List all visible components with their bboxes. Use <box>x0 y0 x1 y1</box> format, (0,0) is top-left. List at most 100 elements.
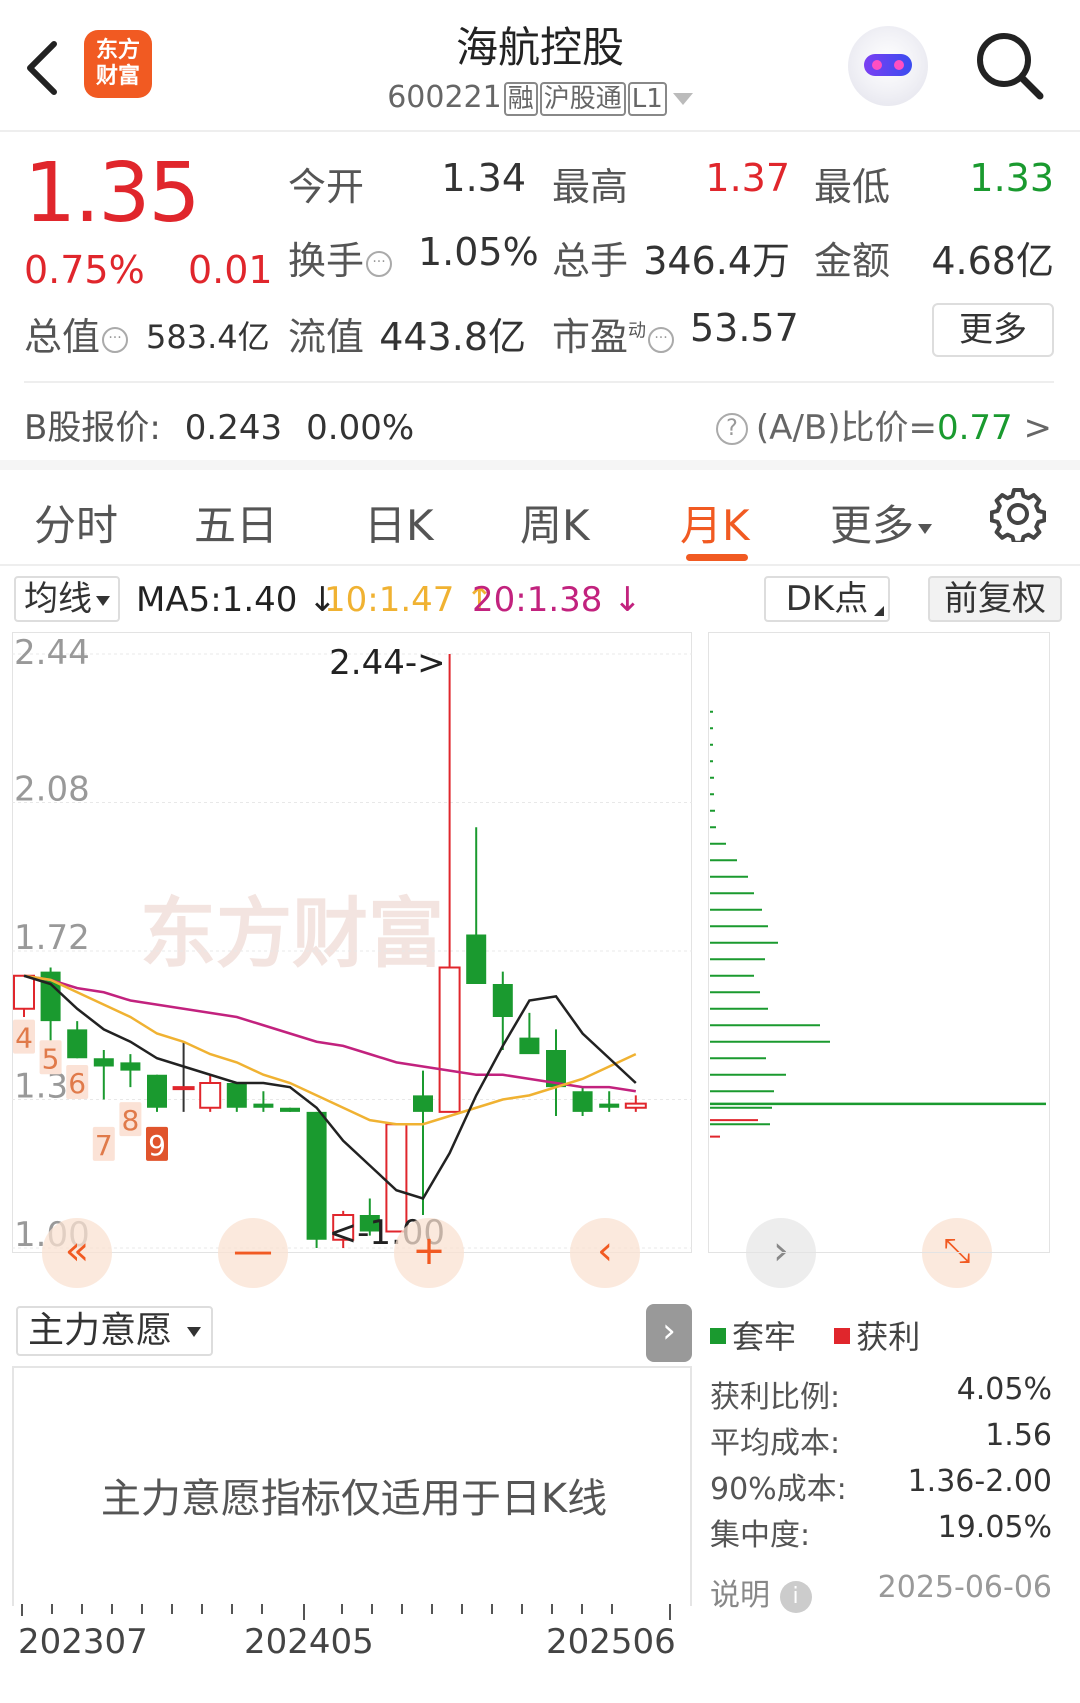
robot-assistant-icon[interactable] <box>848 26 928 106</box>
chevron-left-icon[interactable]: ‹ <box>570 1218 640 1288</box>
chip-bar-trapped <box>710 842 726 845</box>
stat-profit-ratio: 获利比例: 4.05% <box>710 1372 1052 1415</box>
chip-bar-trapped <box>710 1123 770 1126</box>
tab-monthly-k[interactable]: 月K <box>680 492 750 553</box>
level1-tag: L1 <box>627 82 667 116</box>
amount-label: 金额 <box>814 239 891 283</box>
app-logo[interactable]: 东方 财富 <box>84 30 152 98</box>
stat-90-cost: 90%成本: 1.36-2.00 <box>710 1464 1052 1507</box>
chip-bar-trapped <box>710 793 714 796</box>
ab-ratio-link[interactable]: ? (A/B)比价=0.77 > <box>715 400 1052 449</box>
candle-body <box>199 1082 222 1109</box>
turnover-value: 1.05% <box>418 230 539 274</box>
rewind-icon[interactable]: « <box>42 1218 112 1288</box>
ma-indicator-select[interactable]: 均线 <box>14 576 120 622</box>
tab-more[interactable]: 更多 <box>830 492 933 553</box>
pe-value: 53.57 <box>690 306 799 350</box>
info-dots-icon[interactable]: ··· <box>648 327 675 353</box>
info-dots-icon[interactable]: ··· <box>102 327 129 353</box>
info-dots-icon[interactable]: ··· <box>366 251 393 277</box>
tab-daily-k[interactable]: 日K <box>364 492 434 553</box>
candle-body <box>67 1029 88 1059</box>
chip-bar-trapped <box>710 991 760 994</box>
help-icon[interactable]: ? <box>715 413 748 445</box>
chip-bar-trapped <box>710 760 713 763</box>
x-axis: 202307 202405 202506 <box>12 1604 692 1674</box>
stock-connect-tag: 沪股通 <box>539 82 626 116</box>
candle-body <box>147 1074 167 1108</box>
tab-intraday[interactable]: 分时 <box>34 492 118 553</box>
change-amount: 0.01 <box>188 248 273 292</box>
ma20-line <box>23 974 636 1093</box>
volume-label: 总手 <box>552 239 629 283</box>
chip-legend: 套牢 获利 <box>710 1312 920 1358</box>
current-price: 1.35 <box>24 146 201 241</box>
chip-bar-trapped <box>710 1040 830 1043</box>
divider <box>24 381 1054 383</box>
dk-point-button[interactable]: DK点 <box>764 576 890 622</box>
td-marker-label: 5 <box>42 1042 60 1075</box>
monthly-k-chart[interactable]: 东方财富2.442.081.721.361.002.44-><-1.004567… <box>12 632 692 1300</box>
candle-body <box>120 1062 141 1071</box>
chip-bar-trapped <box>710 743 713 746</box>
float-label: 流值 <box>288 315 365 359</box>
main-force-indicator-select[interactable]: 主力意愿 <box>16 1306 214 1356</box>
candle-body <box>253 1103 274 1108</box>
margin-tag: 融 <box>503 82 538 116</box>
chip-bar-trapped <box>710 776 714 779</box>
candle-body <box>13 974 35 1010</box>
chip-bar-profit <box>710 1119 758 1122</box>
candle-body <box>624 1102 647 1109</box>
stock-code-row[interactable]: 600221 融沪股通 L1 <box>300 80 780 116</box>
gear-icon[interactable] <box>990 486 1046 542</box>
ma10-value: 10:1.47 ↑ <box>324 580 494 620</box>
info-icon[interactable]: i <box>779 1581 812 1613</box>
open-value: 1.34 <box>441 156 526 200</box>
mktcap-value: 583.4亿 <box>146 318 270 356</box>
chip-bar-trapped <box>710 908 762 911</box>
open-label: 今开 <box>288 165 365 209</box>
low-value: 1.33 <box>969 156 1054 200</box>
mktcap-label: 总值 ··· <box>24 306 129 361</box>
candle-body <box>280 1107 300 1112</box>
b-share-quote: B股报价: 0.243 0.00% <box>24 408 415 448</box>
chip-bar-trapped <box>710 710 713 713</box>
tab-five-day[interactable]: 五日 <box>194 492 278 553</box>
search-icon[interactable] <box>972 28 1048 104</box>
chip-bar-trapped <box>710 958 765 961</box>
candle-body <box>306 1111 327 1240</box>
ma5-value: MA5:1.40 ↓ <box>136 580 337 620</box>
candle-body <box>413 1095 433 1112</box>
more-quote-button[interactable]: 更多 <box>932 303 1054 357</box>
tab-weekly-k[interactable]: 周K <box>520 492 590 553</box>
explain-row[interactable]: 说明 i 2025-06-06 <box>710 1570 1052 1614</box>
chip-bar-trapped <box>710 1024 820 1027</box>
active-tab-indicator <box>686 554 748 561</box>
indicator-row: 均线 MA5:1.40 ↓ 10:1.47 ↑ 20:1.38 ↓ DK点 前复… <box>0 576 1080 626</box>
pe-label: 市盈动 ··· <box>552 306 675 361</box>
high-value: 1.37 <box>705 156 790 200</box>
chevron-down-icon <box>96 595 110 606</box>
y-tick-label: 2.08 <box>14 770 90 810</box>
x-tick-label: 202405 <box>244 1622 374 1662</box>
chip-bar-trapped <box>710 941 778 944</box>
volume-value: 346.4万 <box>643 239 790 283</box>
chip-current-price-line <box>710 1102 1046 1106</box>
candle-body <box>492 984 513 1017</box>
candle-body <box>438 966 461 1113</box>
section-gap <box>0 460 1080 470</box>
zoom-in-icon[interactable]: + <box>394 1218 464 1288</box>
candle-body <box>93 1058 114 1067</box>
candle-body <box>172 1086 195 1091</box>
top-bar: 东方 财富 海航控股 600221 融沪股通 L1 <box>0 0 1080 132</box>
candle-body <box>226 1083 247 1108</box>
forward-adjust-button[interactable]: 前复权 <box>928 576 1062 622</box>
candle-body <box>519 1037 540 1055</box>
chip-bar-trapped <box>710 1073 786 1076</box>
expand-panel-button[interactable]: › <box>646 1304 692 1362</box>
chip-bar-trapped <box>710 892 754 895</box>
chip-distribution-chart <box>708 632 1050 1253</box>
back-arrow-icon[interactable] <box>22 38 62 98</box>
td-marker-label: 9 <box>148 1129 166 1162</box>
zoom-out-icon[interactable]: — <box>218 1218 288 1288</box>
